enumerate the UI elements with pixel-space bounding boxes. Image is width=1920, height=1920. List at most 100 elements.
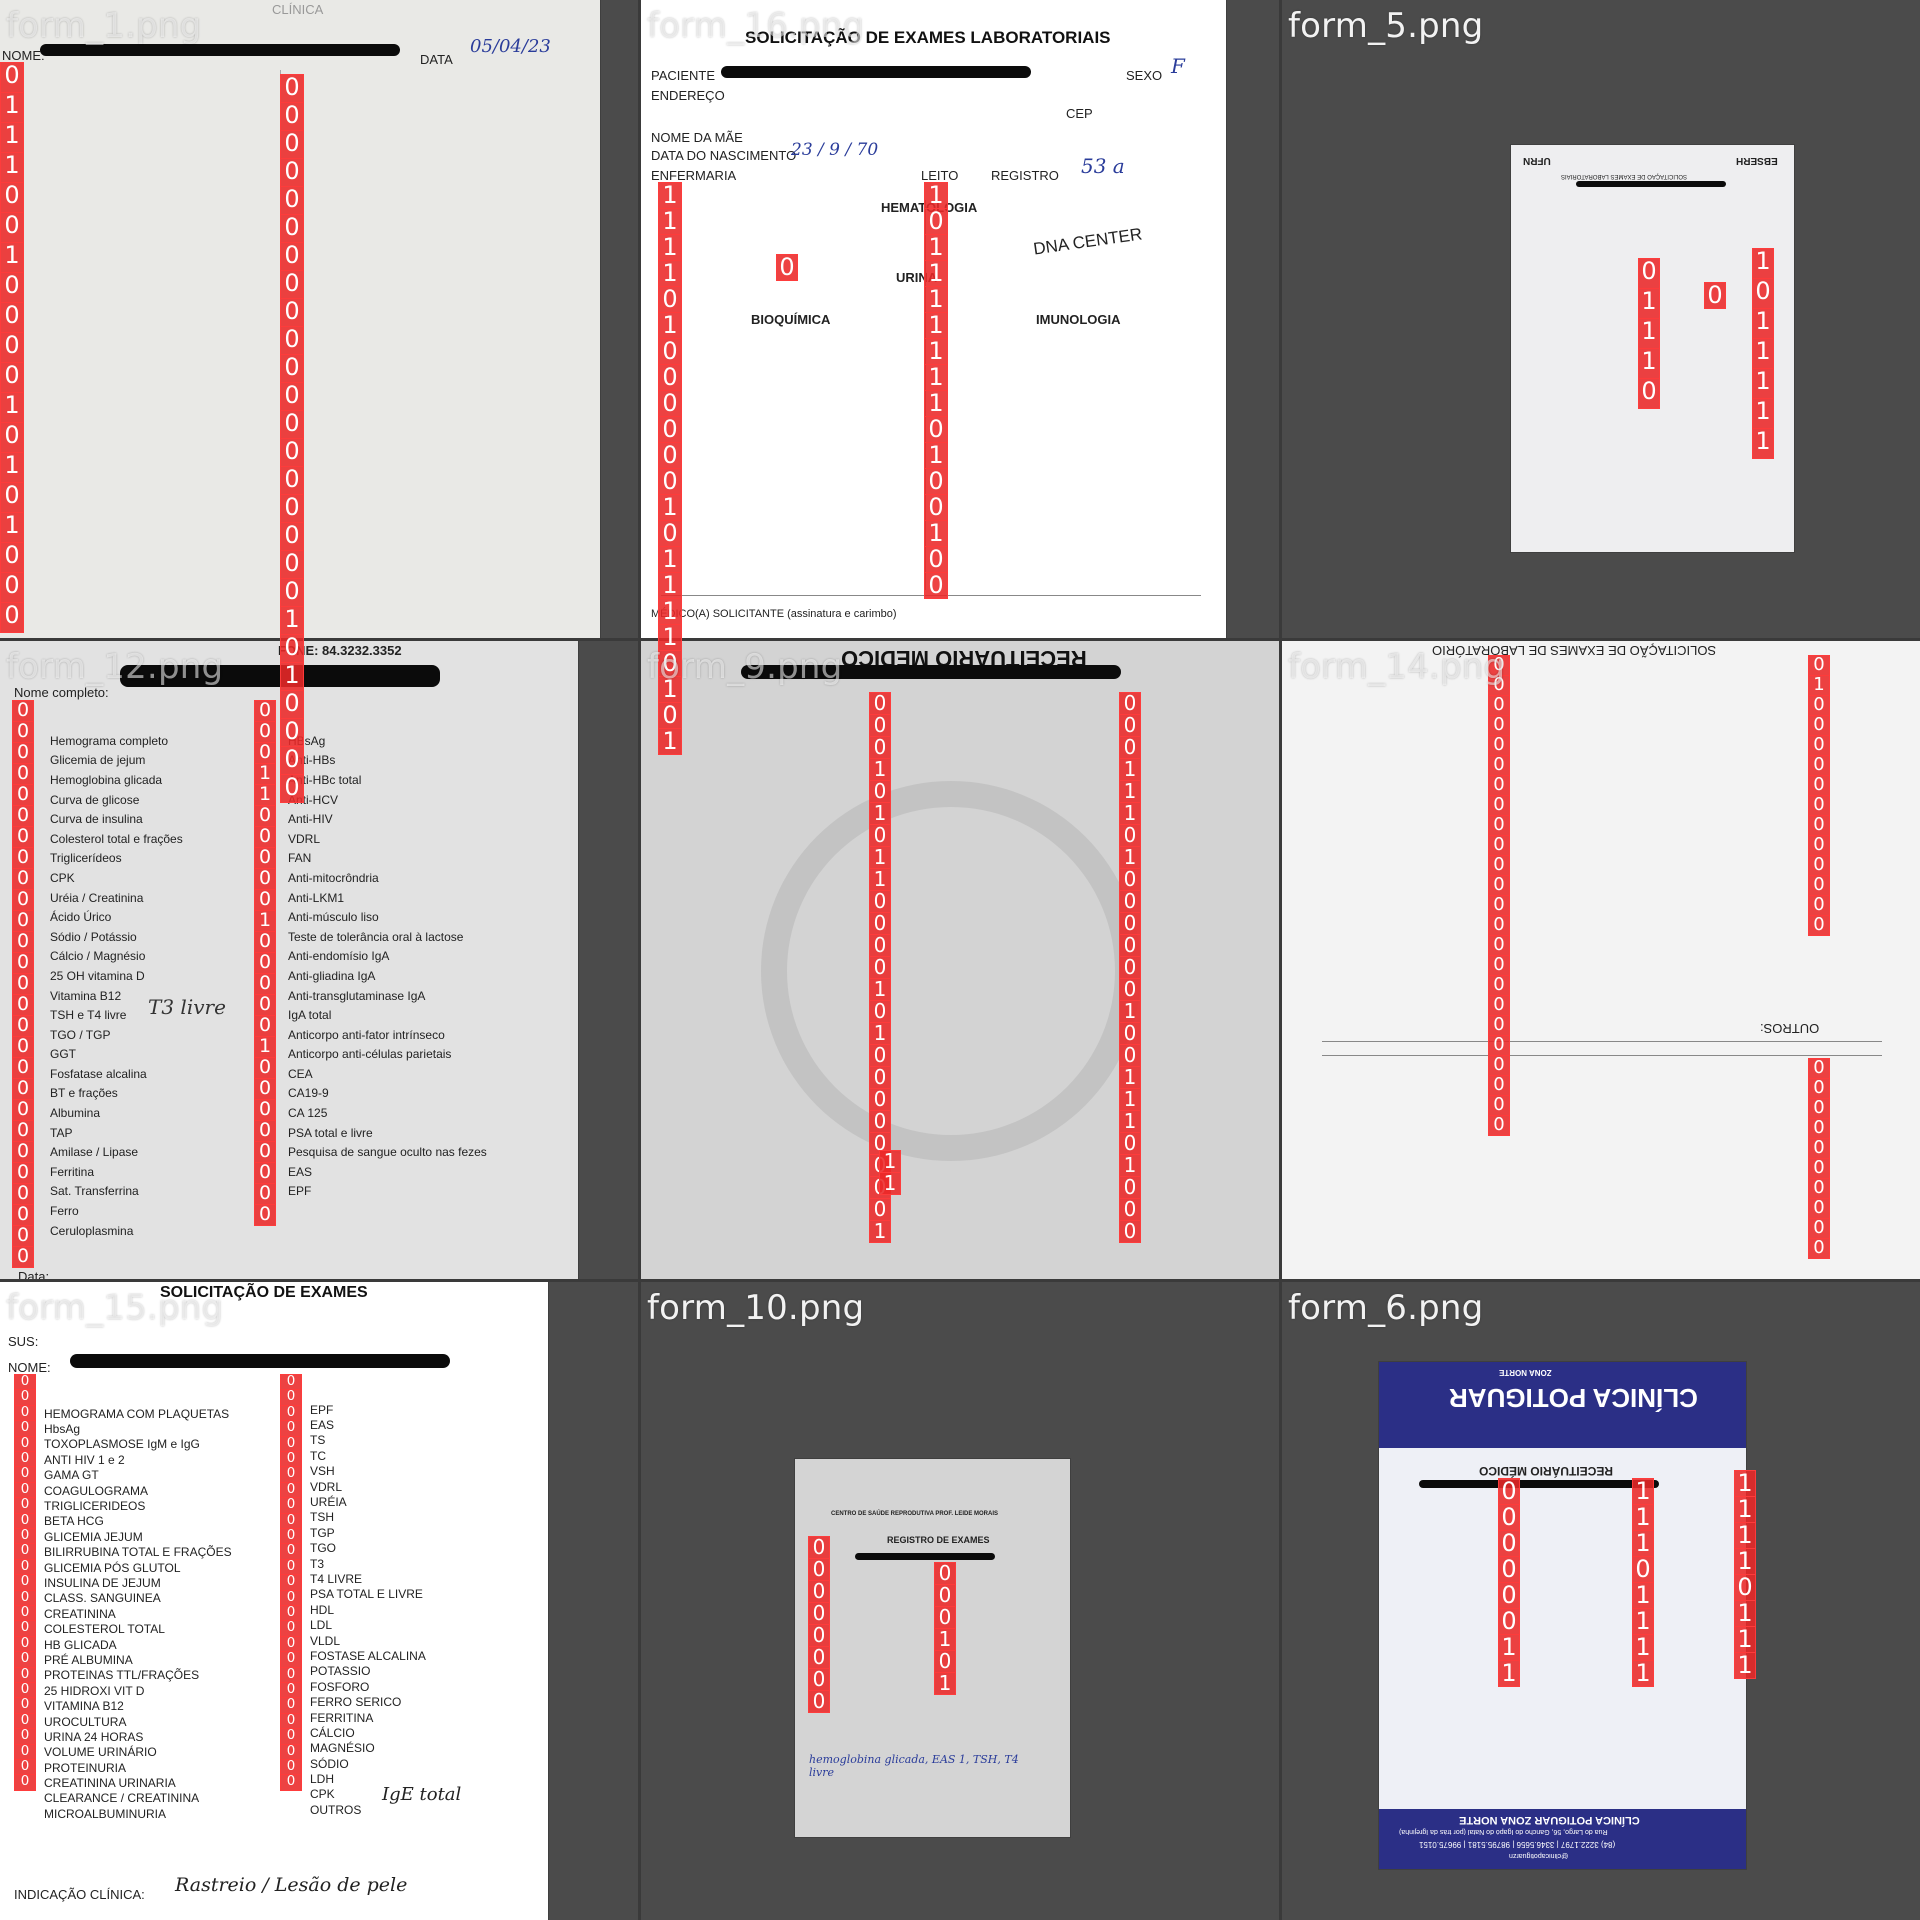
- tile-filename: form_9.png: [647, 647, 843, 687]
- detection-box: 0: [1119, 824, 1141, 847]
- stamp-text: DNA CENTER: [1032, 224, 1144, 259]
- exam-item: PSA total e livre: [288, 1125, 373, 1140]
- mother-label: NOME DA MÃE: [651, 130, 743, 145]
- form-title: SOLICITAÇÃO DE EXAMES LABORATORIAIS: [1561, 173, 1688, 179]
- detection-box: 0: [280, 1512, 302, 1529]
- detection-box: 1: [869, 1220, 891, 1243]
- detection-box: 0: [280, 1651, 302, 1668]
- tile-filename: form_15.png: [6, 1288, 224, 1328]
- detection-box: 0: [280, 494, 304, 523]
- detection-box: 0: [1119, 978, 1141, 1001]
- ward-label: ENFERMARIA: [651, 168, 737, 183]
- detection-box: 0: [280, 1466, 302, 1483]
- detection-box: 0: [14, 1543, 36, 1560]
- exam-item: GGT: [50, 1047, 76, 1062]
- redaction-bar: [1419, 1480, 1659, 1488]
- detection-box: 0: [1488, 915, 1510, 936]
- detection-box: 0: [12, 1078, 34, 1100]
- exam-item: GAMA GT: [44, 1468, 99, 1483]
- detection-box: 1: [1734, 1600, 1756, 1627]
- detection-box: 1: [1734, 1470, 1756, 1497]
- section-bioquimica: BIOQUÍMICA: [751, 312, 831, 327]
- exam-item: Fosfatase alcalina: [50, 1066, 147, 1081]
- detection-box: 0: [12, 847, 34, 869]
- detection-box: 1: [1498, 1634, 1520, 1661]
- tile-filename: form_12.png: [6, 647, 224, 687]
- detection-box: 0: [14, 1374, 36, 1391]
- detection-box: 0: [280, 1728, 302, 1745]
- detection-box: 0: [280, 1543, 302, 1560]
- exam-item: Ceruloplasmina: [50, 1223, 134, 1238]
- detection-box: 0: [12, 784, 34, 806]
- detection-box: 0: [254, 805, 276, 827]
- form-footer: MÉDICO(A) SOLICITANTE (assinatura e cari…: [651, 608, 897, 620]
- detection-box: 1: [1119, 802, 1141, 825]
- detection-box: 1: [1632, 1660, 1654, 1687]
- exam-item: Anti-HIV: [288, 812, 333, 827]
- detection-box: 0: [1808, 1138, 1830, 1159]
- handwritten-note: T3 livre: [148, 995, 226, 1019]
- detection-box: 0: [869, 692, 891, 715]
- detection-box: 0: [1119, 956, 1141, 979]
- detection-box: 1: [658, 728, 682, 755]
- detection-box: 0: [1488, 775, 1510, 796]
- brand-name: CLÍNICA POTIGUAR: [1449, 1383, 1698, 1413]
- detection-box: 0: [1488, 995, 1510, 1016]
- detection-box: 0: [1638, 378, 1660, 409]
- detection-box: 0: [280, 410, 304, 439]
- date-label: DATA: [420, 52, 453, 67]
- detection-box: 0: [280, 1435, 302, 1452]
- detection-box: 1: [280, 606, 304, 635]
- exam-item: EPF: [288, 1184, 312, 1199]
- detection-box: 0: [1808, 735, 1830, 756]
- exam-item: CEA: [288, 1066, 313, 1081]
- detection-box: 0: [0, 422, 24, 453]
- detection-box: 1: [869, 978, 891, 1001]
- exam-item: BILIRRUBINA TOTAL E FRAÇÕES: [44, 1545, 232, 1560]
- detection-box: 0: [1488, 735, 1510, 756]
- detection-box: 0: [1488, 755, 1510, 776]
- detection-box: 0: [1808, 775, 1830, 796]
- tile-form-9: RECEITUÁRIO MÉDICO form_9.png: [641, 641, 1279, 1279]
- exam-item: EAS: [288, 1164, 313, 1179]
- detection-box: 0: [658, 416, 682, 443]
- tile-filename: form_10.png: [647, 1288, 865, 1328]
- detection-box: 0: [1119, 1198, 1141, 1221]
- exam-item: Anticorpo anti-células parietais: [288, 1047, 452, 1062]
- exam-item: VDRL: [310, 1479, 343, 1494]
- exam-item: BT e frações: [50, 1086, 118, 1101]
- detection-box: 1: [1632, 1582, 1654, 1609]
- image-grid: CLÍNICA NOME: DATA 05/04/23 form_1.png S…: [0, 0, 1920, 1920]
- detection-box: 0: [808, 1536, 830, 1559]
- detection-box: 0: [12, 1246, 34, 1268]
- detection-box: 0: [1498, 1582, 1520, 1609]
- tile-form-12: FONE: 84.3232.3352 Nome completo: Hemogr…: [0, 641, 638, 1279]
- detection-box: 0: [14, 1697, 36, 1714]
- detection-box: 0: [1488, 1115, 1510, 1136]
- detection-box: 0: [869, 1066, 891, 1089]
- detection-box: 0: [254, 826, 276, 848]
- detection-box: 0: [808, 1668, 830, 1691]
- detection-box: 0: [280, 298, 304, 327]
- detection-box: 0: [280, 1697, 302, 1714]
- detection-box: 0: [1119, 1044, 1141, 1067]
- exam-column-2: HBsAg Anti-HBs Anti-HBc total Anti-HCV Anti-…: [288, 731, 487, 1201]
- detection-box: 0: [0, 332, 24, 363]
- detection-box: 0: [254, 952, 276, 974]
- detection-box: 0: [1498, 1556, 1520, 1583]
- exam-item: CA19-9: [288, 1086, 329, 1101]
- exam-item: T3: [310, 1556, 325, 1571]
- detection-box: 1: [1119, 758, 1141, 781]
- detection-box: 0: [1498, 1530, 1520, 1557]
- detection-box: 0: [14, 1451, 36, 1468]
- detection-box: 0: [924, 494, 948, 521]
- detection-box: 1: [1734, 1522, 1756, 1549]
- exam-item: Hemograma completo: [50, 733, 169, 748]
- detection-box: 1: [1632, 1478, 1654, 1505]
- detection-box: 0: [934, 1584, 956, 1607]
- detection-box: 0: [934, 1650, 956, 1673]
- detection-box: 0: [1808, 875, 1830, 896]
- detection-box: 0: [1498, 1478, 1520, 1505]
- detection-box: 0: [1488, 1015, 1510, 1036]
- detection-box: 0: [254, 931, 276, 953]
